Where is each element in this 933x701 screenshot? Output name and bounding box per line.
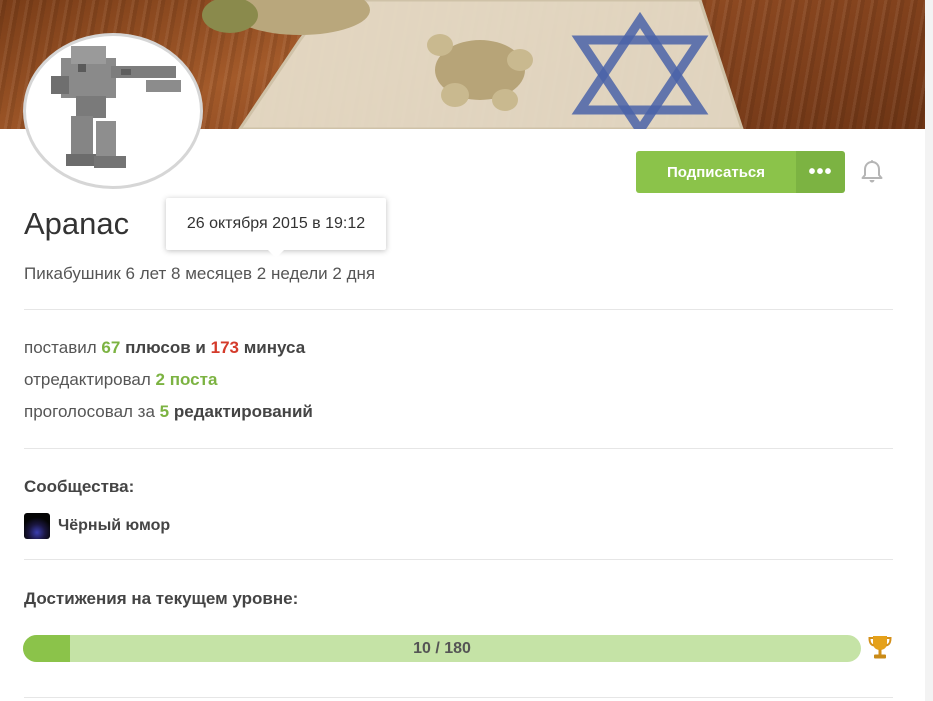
edit-votes-label: редактирований xyxy=(173,402,313,421)
avatar-robot-image xyxy=(51,46,181,168)
edits-label[interactable]: поста xyxy=(170,370,218,389)
minus-count: 173 xyxy=(210,338,239,357)
communities-title: Сообщества: xyxy=(24,477,135,496)
tenure-text[interactable]: Пикабушник 6 лет 8 месяцев 2 недели 2 дн… xyxy=(24,264,375,284)
plus-label: плюсов и xyxy=(125,338,206,357)
username: Apanac xyxy=(24,206,130,241)
edit-votes-prefix: проголосовал за xyxy=(24,402,155,421)
subscribe-button[interactable]: Подписаться xyxy=(636,151,796,193)
edit-votes-count: 5 xyxy=(159,402,170,421)
more-options-button[interactable]: ••• xyxy=(796,151,845,193)
divider xyxy=(24,697,893,698)
community-item[interactable]: Чёрный юмор xyxy=(24,513,170,539)
achievements-progress-bar: 10 / 180 xyxy=(23,635,861,662)
minus-label: минуса xyxy=(243,338,306,357)
registration-date-tooltip: 26 октября 2015 в 19:12 xyxy=(166,198,386,258)
divider xyxy=(24,309,893,310)
avatar[interactable] xyxy=(23,33,203,189)
scrollbar[interactable] xyxy=(925,0,933,701)
plus-count: 67 xyxy=(101,338,121,357)
edits-count: 2 xyxy=(155,370,166,389)
trophy-icon[interactable] xyxy=(868,634,892,662)
divider xyxy=(24,448,893,449)
edits-prefix: отредактировал xyxy=(24,370,151,389)
edits-stat: отредактировал 2 поста xyxy=(24,370,217,390)
votes-prefix: поставил xyxy=(24,338,97,357)
black-humor-community-icon xyxy=(24,513,50,539)
edit-votes-stat: проголосовал за 5 редактирований xyxy=(24,402,313,422)
profile-page: Подписаться ••• Apanac 26 октября 2015 в… xyxy=(0,0,933,701)
divider xyxy=(24,559,893,560)
votes-stat: поставил 67 плюсов и 173 минуса xyxy=(24,338,305,358)
progress-text: 10 / 180 xyxy=(413,639,471,657)
achievements-title: Достижения на текущем уровне: xyxy=(24,589,299,608)
subscribe-button-group: Подписаться ••• xyxy=(636,151,845,193)
community-name[interactable]: Чёрный юмор xyxy=(58,517,170,535)
bell-icon[interactable] xyxy=(859,159,885,185)
